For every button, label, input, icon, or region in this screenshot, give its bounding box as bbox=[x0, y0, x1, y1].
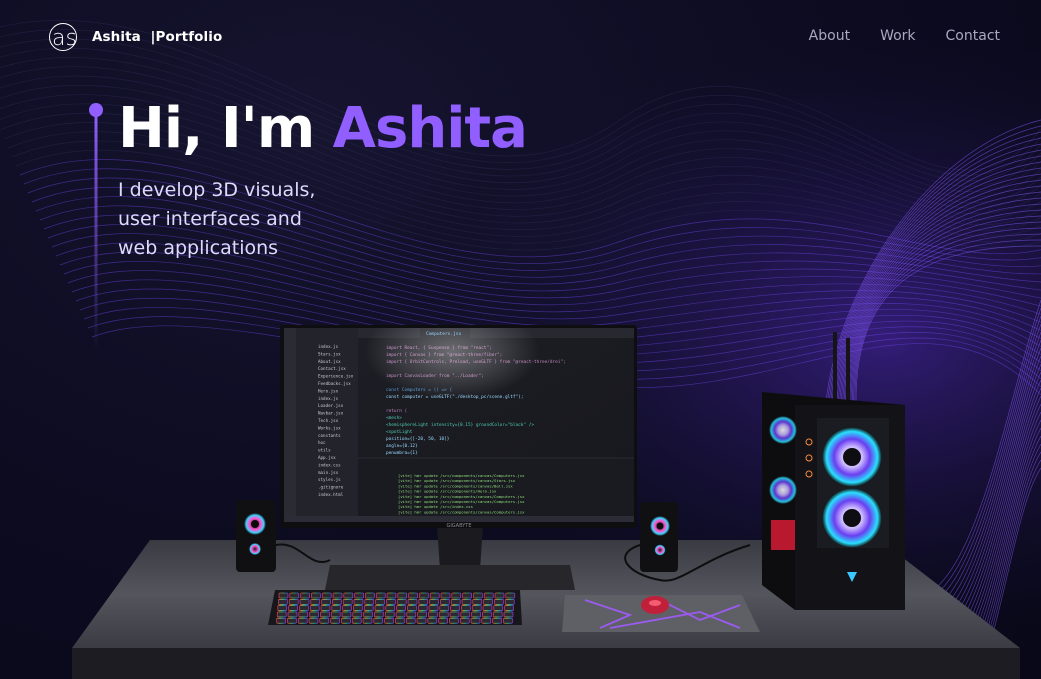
hero-subtitle: I develop 3D visuals, user interfaces an… bbox=[118, 176, 448, 263]
nav-about[interactable]: About bbox=[809, 28, 850, 44]
nav-work[interactable]: Work bbox=[880, 28, 915, 44]
hero-name: Ashita bbox=[332, 96, 528, 161]
rgb-keyboard bbox=[268, 590, 522, 625]
mousepad bbox=[562, 595, 760, 632]
hero-subtitle-line: I develop 3D visuals, bbox=[118, 179, 316, 201]
logo-icon: as bbox=[49, 23, 77, 51]
left-speaker bbox=[236, 500, 276, 572]
hero-subtitle-line: user interfaces and bbox=[118, 208, 302, 230]
monitor-brand-label: GIGABYTE bbox=[446, 523, 471, 529]
desktop-pc-3d-scene[interactable]: index.jsStars.jsxAbout.jsxContact.jsxExp… bbox=[0, 300, 1041, 679]
navbar: as Ashita |Portfolio About Work Contact bbox=[0, 0, 1041, 74]
nav-contact[interactable]: Contact bbox=[946, 28, 1000, 44]
brand-name: Ashita |Portfolio bbox=[92, 29, 223, 45]
monitor-stand-base bbox=[325, 565, 575, 590]
desk-front bbox=[72, 648, 1020, 679]
right-speaker bbox=[640, 502, 678, 572]
hero-subtitle-line: web applications bbox=[118, 237, 279, 259]
monitor-stand-neck bbox=[437, 525, 483, 570]
logo-link[interactable]: as Ashita |Portfolio bbox=[48, 22, 222, 52]
pc-tower bbox=[762, 332, 905, 610]
nav-links: About Work Contact bbox=[809, 28, 1000, 44]
hero-title: Hi, I'm Ashita bbox=[118, 96, 528, 161]
hero-greeting: Hi, I'm bbox=[118, 96, 315, 161]
svg-text:as: as bbox=[52, 26, 77, 51]
portfolio-page: as Ashita |Portfolio About Work Contact … bbox=[0, 0, 1041, 679]
